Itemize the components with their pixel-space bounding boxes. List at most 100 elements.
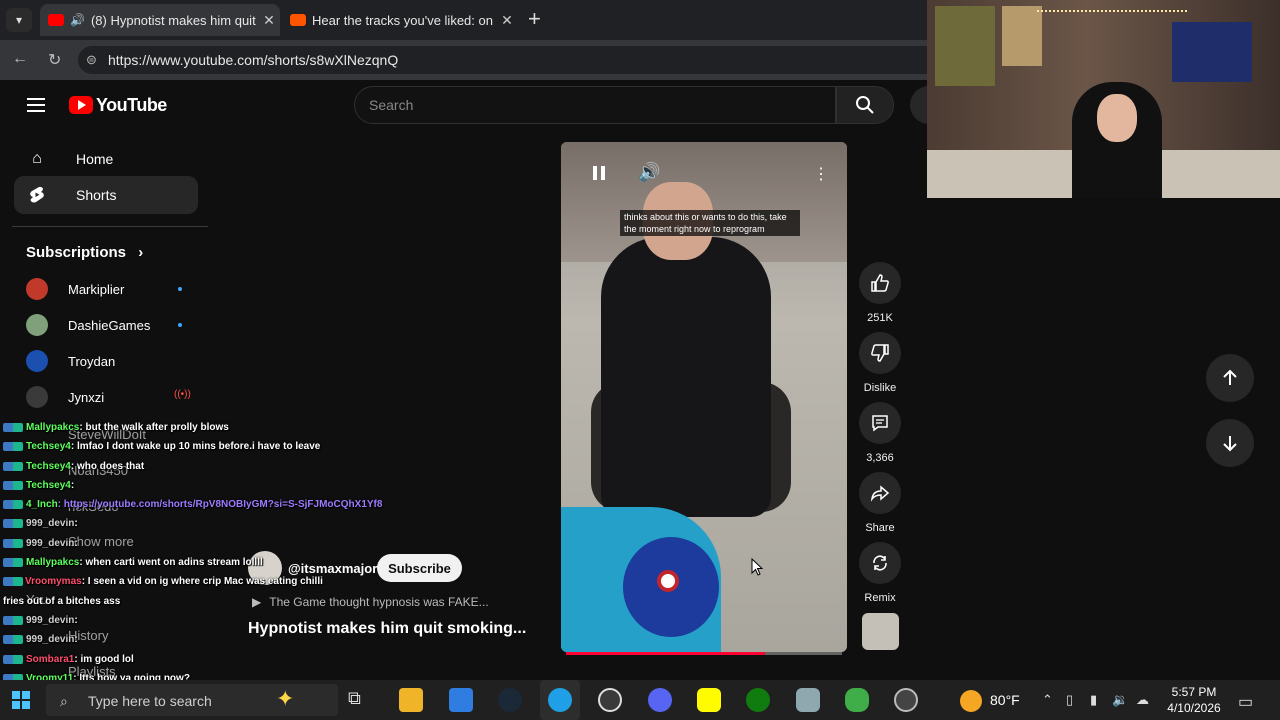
like-button[interactable]: 251K: [859, 262, 901, 324]
chevron-up-icon[interactable]: ⌃: [1042, 692, 1053, 708]
chat-username: Techsey4: [26, 441, 71, 453]
tab-soundcloud[interactable]: Hear the tracks you've liked: on So ✕: [282, 4, 518, 36]
subscription-item-dashiegames[interactable]: DashieGames: [26, 313, 182, 337]
arrow-down-icon: [1223, 436, 1237, 452]
close-icon[interactable]: ✕: [496, 12, 518, 29]
chat-username: Techsey4: [26, 460, 71, 472]
subscription-item-markiplier[interactable]: Markiplier: [26, 277, 182, 301]
device-icon[interactable]: ▯: [1066, 692, 1073, 708]
dislike-button[interactable]: Dislike: [859, 332, 901, 394]
snapchat-icon[interactable]: [697, 688, 721, 712]
avatar: [26, 278, 48, 300]
notification-icon[interactable]: ▭: [1238, 692, 1253, 712]
youtube-logo-icon[interactable]: [69, 96, 93, 114]
search-placeholder: Search: [369, 97, 414, 113]
avatar: [26, 350, 48, 372]
edge-icon[interactable]: [548, 688, 572, 712]
tab-youtube[interactable]: 🔊 (8) Hypnotist makes him quit ✕: [40, 4, 280, 36]
chat-username: Sombara1: [26, 653, 75, 665]
more-vert-icon[interactable]: ⋮: [813, 164, 829, 184]
chat-text: :: [70, 479, 75, 491]
site-info-icon[interactable]: ⊜: [86, 52, 97, 68]
weather-icon[interactable]: [960, 690, 982, 712]
subscribe-button[interactable]: Subscribe: [377, 554, 462, 582]
xbox-icon[interactable]: [746, 688, 770, 712]
video-progress-bar[interactable]: [566, 652, 842, 655]
next-video-button[interactable]: [1206, 419, 1254, 467]
chevron-right-icon: ›: [138, 244, 144, 261]
chat-badge-icon: [3, 519, 23, 529]
volume-icon[interactable]: 🔉: [1112, 692, 1128, 708]
video-progress-fill: [566, 652, 765, 655]
chat-badge-icon: [3, 577, 23, 587]
chat-text: : who does that: [70, 460, 145, 472]
search-icon: [856, 96, 874, 114]
new-tab-icon[interactable]: +: [528, 8, 541, 30]
task-view-icon[interactable]: ⧉: [348, 688, 372, 712]
remix-label: Remix: [864, 592, 896, 604]
pause-icon[interactable]: [593, 166, 605, 180]
chat-message: Techsey4:: [0, 476, 345, 495]
subscription-item-troydan[interactable]: Troydan: [26, 349, 115, 373]
sidebar-item-shorts[interactable]: Shorts: [14, 176, 198, 214]
video-caption: thinks about this or wants to do this, t…: [620, 210, 800, 236]
subscription-item-jynxzi[interactable]: Jynxzi ((•)): [26, 385, 191, 409]
clock-time: 5:57 PM: [1171, 685, 1217, 699]
like-count: 251K: [867, 312, 893, 324]
back-arrow-icon[interactable]: ←: [12, 50, 28, 68]
app-icon[interactable]: [796, 688, 820, 712]
chat-text: : when carti went on adins stream lollll: [79, 557, 263, 569]
url-text[interactable]: https://www.youtube.com/shorts/s8wXlNezq…: [108, 52, 398, 68]
tab-search-button[interactable]: ▾: [6, 8, 32, 32]
menu-icon[interactable]: [27, 98, 45, 112]
share-button[interactable]: Share: [859, 472, 901, 534]
reload-icon[interactable]: ↻: [48, 50, 61, 70]
sound-thumbnail[interactable]: [862, 613, 899, 650]
clock[interactable]: 5:57 PM 4/10/2026: [1166, 684, 1222, 716]
weather-temperature[interactable]: 80°F: [990, 692, 1020, 708]
chat-message: Techsey4: lmfao I dont wake up 10 mins b…: [0, 437, 345, 456]
windows-start-icon[interactable]: [10, 689, 32, 711]
chat-badge-icon: [3, 558, 23, 568]
discord-icon[interactable]: [648, 688, 672, 712]
remix-button[interactable]: Remix: [859, 542, 901, 604]
live-icon: ((•)): [174, 389, 191, 400]
chat-text: : https://youtube.com/shorts/RpV8NOBIyGM…: [57, 499, 383, 511]
youtube-logo-text[interactable]: YouTube: [96, 95, 167, 116]
chat-text: : but the walk after prolly blows: [79, 422, 229, 433]
chat-message: Vroomymas: I seen a vid on ig where crip…: [0, 572, 345, 611]
battery-icon[interactable]: ▮: [1090, 692, 1097, 708]
volume-icon[interactable]: 🔊: [638, 162, 660, 183]
new-content-dot: [178, 287, 182, 291]
game-app-icon[interactable]: [845, 688, 869, 712]
previous-video-button[interactable]: [1206, 354, 1254, 402]
chat-message: Techsey4: who does that: [0, 457, 345, 476]
search-input[interactable]: [354, 86, 836, 124]
comments-button[interactable]: 3,366: [859, 402, 901, 464]
obs-icon[interactable]: [598, 688, 622, 712]
chat-badge-icon: [3, 461, 23, 471]
chat-message: 999_devin:: [0, 611, 345, 630]
clock-date: 4/10/2026: [1167, 701, 1221, 715]
chat-message: Mallypakcs: when carti went on adins str…: [0, 553, 345, 572]
chat-text: :: [74, 518, 78, 530]
recording-app-icon[interactable]: [894, 688, 918, 712]
file-explorer-icon[interactable]: [399, 688, 423, 712]
microsoft-store-icon[interactable]: [449, 688, 473, 712]
close-icon[interactable]: ✕: [258, 12, 280, 29]
stream-chat-overlay: Mallypakcs: but the walk after prolly bl…: [0, 418, 382, 707]
share-label: Share: [865, 522, 895, 534]
network-icon[interactable]: ☁: [1136, 692, 1149, 708]
chat-text: :: [74, 537, 78, 549]
chat-username: 4_Inch: [26, 499, 58, 511]
steam-icon[interactable]: [498, 688, 522, 712]
subscriptions-heading[interactable]: Subscriptions ›: [26, 244, 143, 261]
search-button[interactable]: [836, 86, 894, 124]
like-icon: [871, 274, 889, 292]
speaker-icon[interactable]: 🔊: [70, 13, 85, 27]
chat-username: 999_devin: [26, 614, 75, 626]
chat-username: Mallypakcs: [26, 422, 80, 433]
sidebar-item-home[interactable]: ⌂ Home: [14, 140, 198, 178]
subscription-label: DashieGames: [68, 317, 151, 333]
screen: ▾ 🔊 (8) Hypnotist makes him quit ✕ Hear …: [0, 0, 1280, 720]
